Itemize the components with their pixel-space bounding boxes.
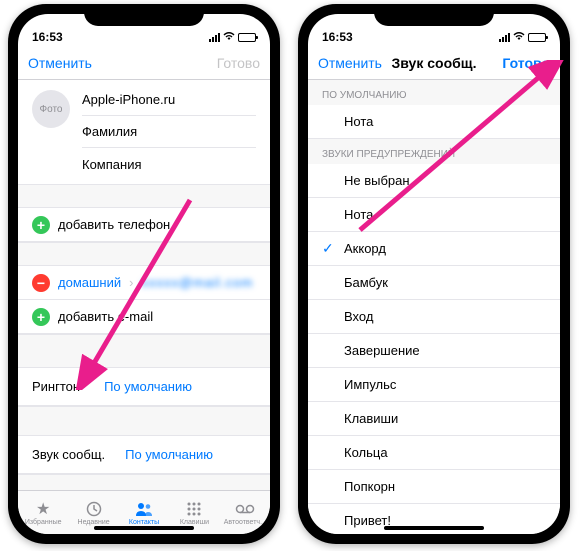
voicemail-icon	[235, 500, 255, 518]
company-placeholder: Компания	[82, 157, 142, 172]
text-tone-value: По умолчанию	[125, 447, 213, 462]
phone-left: 16:53 Отменить Готово Фото	[8, 4, 280, 544]
sound-name: Нота	[344, 114, 546, 129]
name-value: Apple-iPhone.ru	[82, 92, 175, 107]
signal-icon	[209, 33, 220, 42]
check-icon: ✓	[322, 240, 336, 257]
surname-placeholder: Фамилия	[82, 124, 137, 139]
status-time: 16:53	[322, 30, 353, 44]
email-row[interactable]: − домашний › xxxxx@mail.com	[18, 266, 270, 300]
ringtone-row[interactable]: Рингтон По умолчанию	[18, 368, 270, 406]
section-header-alerts: ЗВУКИ ПРЕДУПРЕЖДЕНИЙ	[308, 139, 560, 164]
sound-name: Попкорн	[344, 479, 546, 494]
sound-item[interactable]: Кольца	[308, 436, 560, 470]
add-email-label: добавить e-mail	[58, 309, 153, 324]
sound-item[interactable]: Завершение	[308, 334, 560, 368]
status-time: 16:53	[32, 30, 63, 44]
contact-header: Фото Apple-iPhone.ru Фамилия Компания	[18, 80, 270, 184]
notch	[84, 4, 204, 26]
contacts-icon	[134, 500, 154, 518]
tab-label: Контакты	[129, 519, 159, 526]
plus-icon: +	[32, 216, 50, 234]
status-indicators	[499, 30, 546, 44]
tab-voicemail[interactable]: Автоответч...	[220, 491, 270, 534]
sound-item[interactable]: Не выбран	[308, 164, 560, 198]
sound-name: Клавиши	[344, 411, 546, 426]
notch	[374, 4, 494, 26]
add-phone-label: добавить телефон	[58, 217, 170, 232]
done-button[interactable]: Готово	[190, 55, 260, 71]
done-button[interactable]: Готово	[480, 55, 550, 71]
keypad-icon	[184, 500, 204, 518]
tab-label: Недавние	[78, 519, 110, 526]
sound-item[interactable]: Бамбук	[308, 266, 560, 300]
screen-right: 16:53 Отменить Звук сообщ. Готово ПО УМО	[308, 14, 560, 534]
star-icon: ★	[33, 500, 53, 518]
clock-icon	[84, 500, 104, 518]
company-field[interactable]: Компания	[82, 148, 256, 180]
minus-icon: −	[32, 274, 50, 292]
email-type-label: домашний	[58, 275, 121, 290]
sound-name: Кольца	[344, 445, 546, 460]
ringtone-value: По умолчанию	[104, 379, 192, 394]
tab-favorites[interactable]: ★ Избранные	[18, 491, 68, 534]
email-value: xxxxx@mail.com	[141, 275, 253, 290]
text-tone-label: Звук сообщ.	[32, 447, 105, 462]
cancel-button[interactable]: Отменить	[318, 55, 388, 71]
nav-bar: Отменить Готово	[18, 46, 270, 80]
home-indicator	[94, 526, 194, 530]
sound-item[interactable]: ✓ Аккорд	[308, 232, 560, 266]
home-indicator	[384, 526, 484, 530]
sound-name: Завершение	[344, 343, 546, 358]
signal-icon	[499, 33, 510, 42]
plus-icon: +	[32, 308, 50, 326]
wifi-icon	[513, 30, 525, 44]
sound-item[interactable]: Нота	[308, 198, 560, 232]
nav-title: Звук сообщ.	[388, 55, 480, 71]
phone-right: 16:53 Отменить Звук сообщ. Готово ПО УМО	[298, 4, 570, 544]
battery-icon	[238, 33, 256, 42]
sound-item[interactable]: Импульс	[308, 368, 560, 402]
sound-name: Не выбран	[344, 173, 546, 188]
ringtone-label: Рингтон	[32, 379, 80, 394]
nav-bar: Отменить Звук сообщ. Готово	[308, 46, 560, 80]
name-field[interactable]: Apple-iPhone.ru	[82, 84, 256, 116]
sound-item[interactable]: Попкорн	[308, 470, 560, 504]
sound-name: Бамбук	[344, 275, 546, 290]
sound-item-default[interactable]: Нота	[308, 105, 560, 139]
surname-field[interactable]: Фамилия	[82, 116, 256, 148]
sound-list-content[interactable]: ПО УМОЛЧАНИЮ Нота ЗВУКИ ПРЕДУПРЕЖДЕНИЙ Н…	[308, 80, 560, 534]
battery-icon	[528, 33, 546, 42]
tab-label: Автоответч...	[224, 519, 266, 526]
tab-label: Клавиши	[180, 519, 209, 526]
screen-left: 16:53 Отменить Готово Фото	[18, 14, 270, 534]
cancel-button[interactable]: Отменить	[28, 55, 98, 71]
status-indicators	[209, 30, 256, 44]
sound-name: Вход	[344, 309, 546, 324]
contact-edit-content: Фото Apple-iPhone.ru Фамилия Компания + …	[18, 80, 270, 490]
add-email-row[interactable]: + добавить e-mail	[18, 300, 270, 334]
sound-name: Нота	[344, 207, 546, 222]
sound-item[interactable]: Клавиши	[308, 402, 560, 436]
sound-name: Импульс	[344, 377, 546, 392]
tab-label: Избранные	[25, 519, 62, 526]
text-tone-row[interactable]: Звук сообщ. По умолчанию	[18, 436, 270, 474]
add-phone-row[interactable]: + добавить телефон	[18, 208, 270, 242]
section-header-default: ПО УМОЛЧАНИЮ	[308, 80, 560, 105]
add-photo-button[interactable]: Фото	[32, 90, 70, 128]
wifi-icon	[223, 30, 235, 44]
sound-item[interactable]: Вход	[308, 300, 560, 334]
sound-name: Аккорд	[344, 241, 546, 256]
